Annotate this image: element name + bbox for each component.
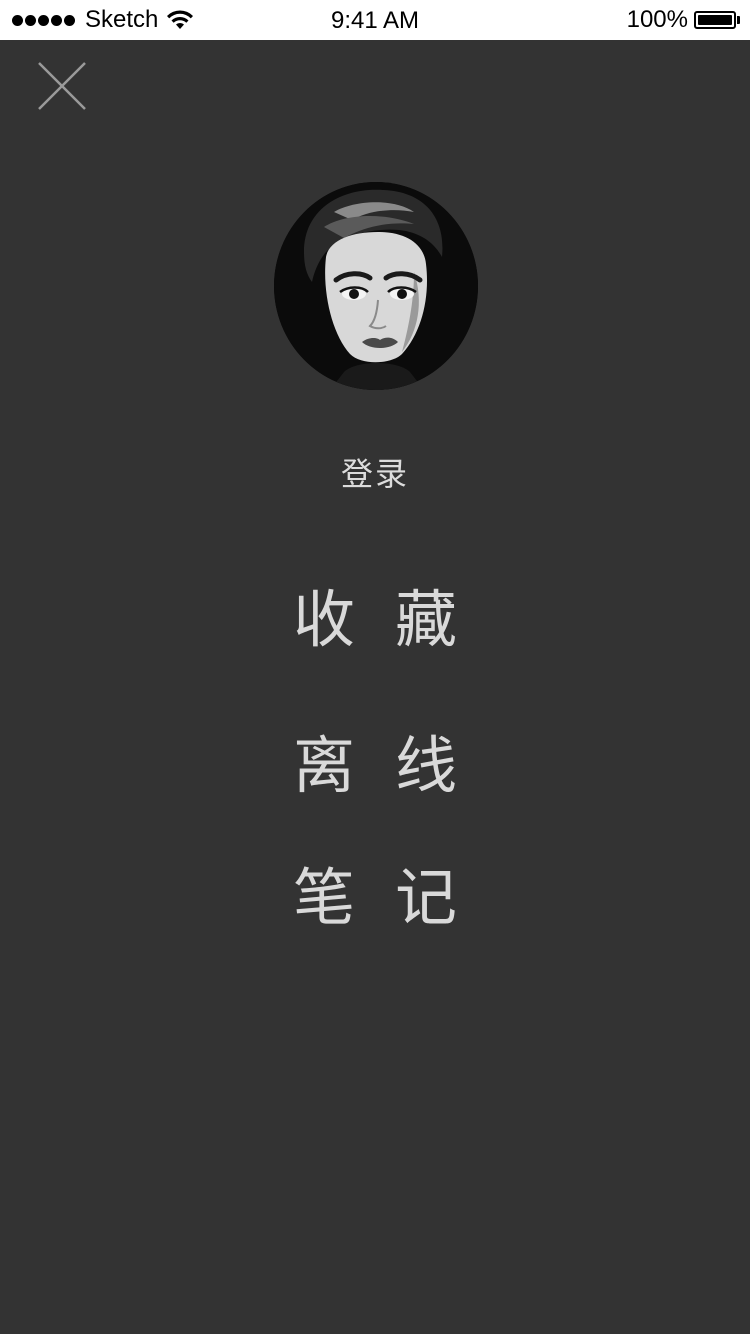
menu-item-notes[interactable]: 笔记 — [0, 858, 750, 938]
avatar[interactable] — [274, 182, 478, 390]
menu-item-favorites[interactable]: 收藏 — [0, 580, 750, 660]
battery-icon — [694, 11, 740, 29]
avatar-image — [274, 182, 478, 390]
login-link[interactable]: 登录 — [0, 452, 750, 496]
close-icon — [38, 62, 86, 110]
close-button[interactable] — [36, 60, 88, 112]
status-right: 100% — [627, 0, 740, 40]
status-bar: Sketch 9:41 AM 100% — [0, 0, 750, 40]
menu-item-offline[interactable]: 离线 — [0, 726, 750, 806]
battery-percentage: 100% — [626, 6, 688, 33]
